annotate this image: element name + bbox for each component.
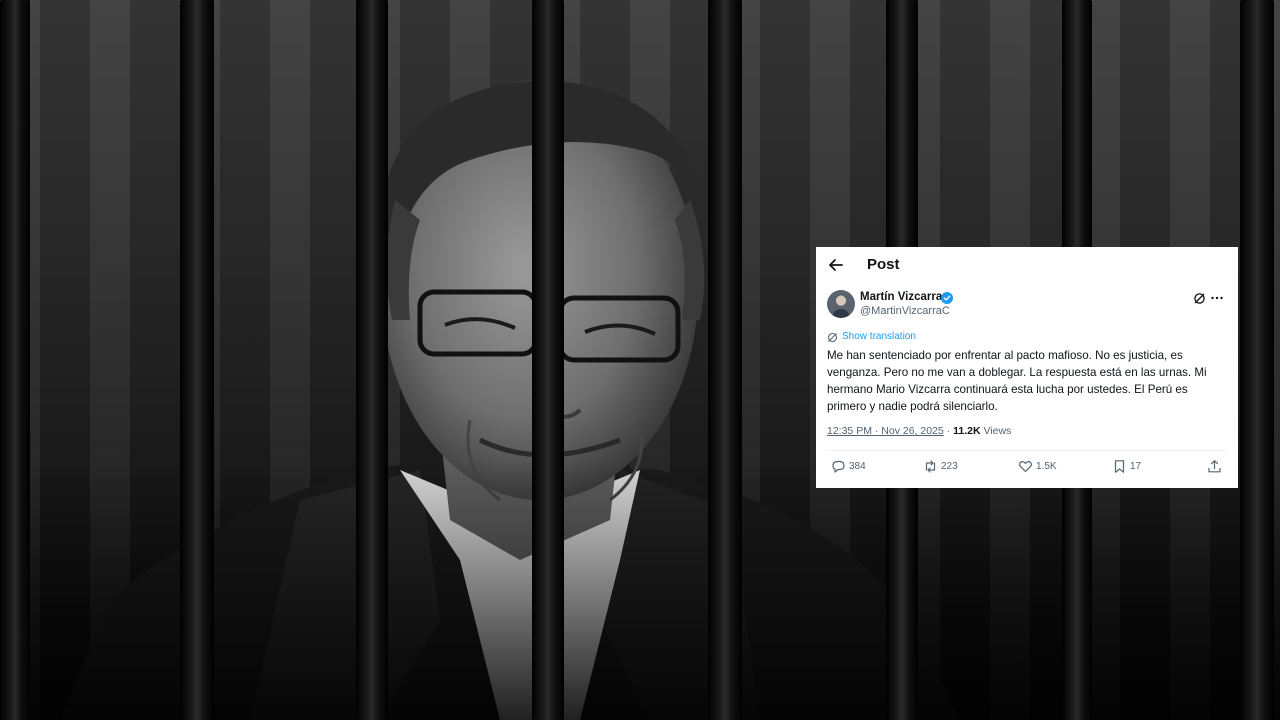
page-title: Post [867, 256, 900, 273]
more-dots-icon [1211, 296, 1223, 300]
back-button[interactable] [826, 255, 846, 275]
post-meta: 12:35 PM · Nov 26, 2025 · 11.2K Views [827, 425, 1011, 437]
grok-icon [1194, 293, 1205, 304]
more-options-button[interactable] [1209, 290, 1225, 306]
repost-count: 223 [941, 461, 958, 472]
verified-badge-icon [941, 292, 953, 304]
show-translation-label[interactable]: Show translation [842, 331, 916, 342]
views-label: Views [983, 425, 1012, 437]
like-count: 1.5K [1036, 461, 1057, 472]
post-timestamp[interactable]: 12:35 PM · Nov 26, 2025 [827, 425, 944, 437]
bookmark-icon [1114, 460, 1125, 473]
jail-bar [708, 0, 742, 720]
jail-bar [0, 0, 30, 720]
share-icon [1208, 460, 1221, 473]
grok-button[interactable] [1193, 292, 1206, 305]
arrow-left-icon [829, 259, 843, 271]
jail-bar [356, 0, 388, 720]
avatar[interactable] [827, 290, 855, 318]
author-name[interactable]: Martín Vizcarra [860, 291, 942, 303]
action-bar: 384 223 1.5K 17 [816, 457, 1238, 477]
jail-bar [532, 0, 564, 720]
jail-bar [180, 0, 214, 720]
meta-separator: · [946, 425, 951, 437]
post-header: Post [816, 247, 1238, 283]
share-button[interactable] [1207, 457, 1222, 477]
post-card: Post Martín Vizcarra @MartinVizcarraC Sh… [816, 247, 1238, 488]
author-handle[interactable]: @MartinVizcarraC [860, 305, 950, 317]
heart-icon [1019, 460, 1032, 473]
bookmark-count: 17 [1130, 461, 1142, 472]
repost-icon [925, 460, 936, 473]
reply-count: 384 [849, 461, 866, 472]
reply-icon [832, 460, 845, 473]
post-text: Me han sentenciado por enfrentar al pact… [827, 349, 1207, 413]
divider [827, 450, 1227, 451]
views-count: 11.2K [953, 425, 981, 437]
jail-bar [1240, 0, 1274, 720]
translate-icon [827, 332, 838, 343]
